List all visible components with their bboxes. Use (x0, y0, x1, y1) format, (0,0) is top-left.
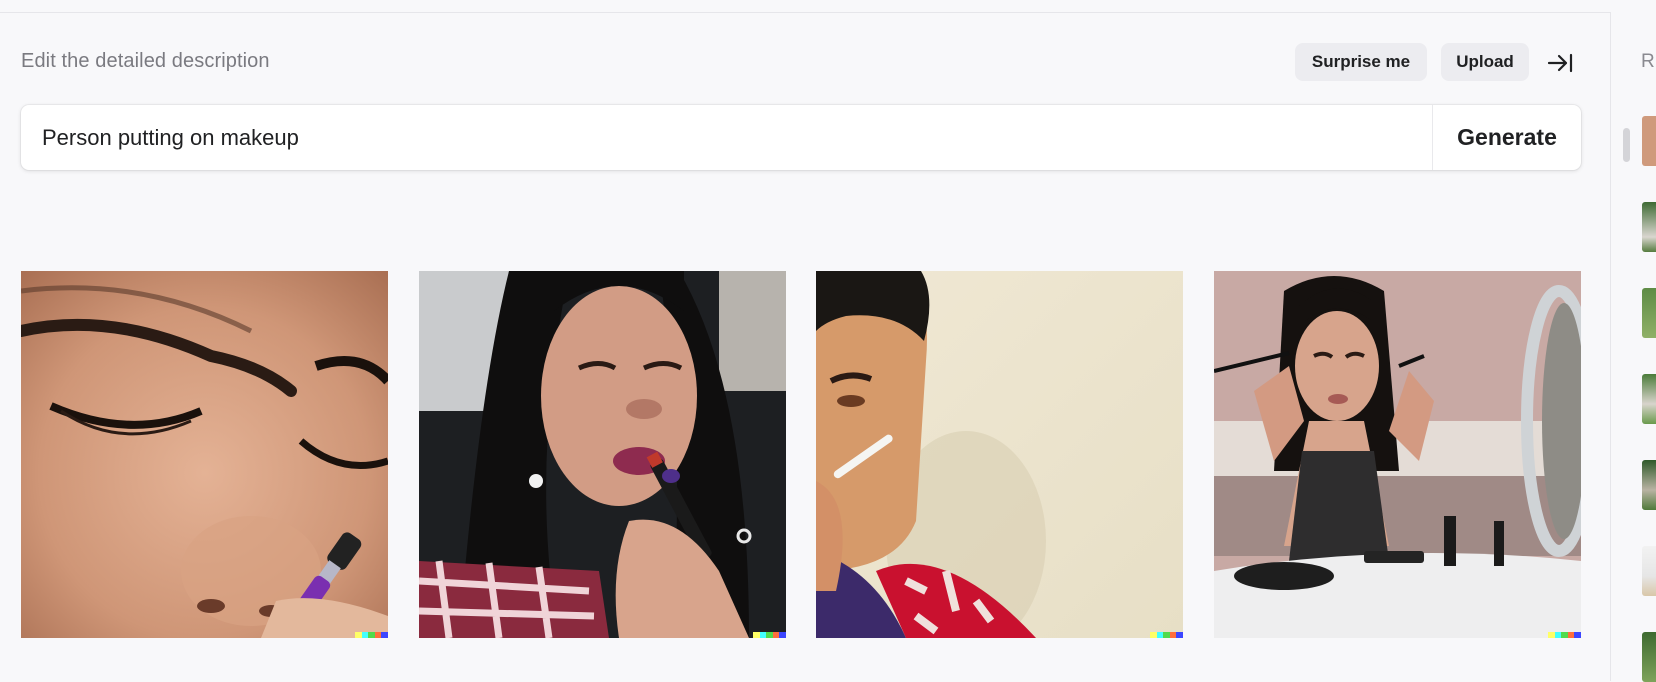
result-image-3[interactable] (816, 271, 1183, 638)
signature-mark (1150, 632, 1183, 638)
history-thumbnail[interactable] (1642, 288, 1656, 338)
prompt-bar: Generate (21, 105, 1581, 170)
result-image-4[interactable] (1214, 271, 1581, 638)
signature-mark (753, 632, 786, 638)
surprise-me-button[interactable]: Surprise me (1295, 43, 1427, 81)
editor-heading: Edit the detailed description (21, 50, 270, 72)
history-scrollbar[interactable] (1623, 128, 1630, 162)
history-thumbnail[interactable] (1642, 546, 1656, 596)
history-thumbnail[interactable] (1642, 460, 1656, 510)
signature-mark (1548, 632, 1581, 638)
history-thumbnail[interactable] (1642, 116, 1656, 166)
editor-main: Edit the detailed description Surprise m… (0, 0, 1610, 681)
history-panel: R (1610, 12, 1656, 682)
history-panel-label: R (1641, 51, 1655, 72)
history-thumbnail[interactable] (1642, 202, 1656, 252)
generate-button[interactable]: Generate (1432, 105, 1581, 170)
history-thumbnail[interactable] (1642, 632, 1656, 682)
result-image-2[interactable] (419, 271, 786, 638)
history-thumbnail[interactable] (1642, 374, 1656, 424)
prompt-input[interactable] (21, 105, 1432, 170)
result-image-1[interactable] (21, 271, 388, 638)
signature-mark (355, 632, 388, 638)
upload-button[interactable]: Upload (1441, 43, 1529, 81)
arrow-right-to-line-icon[interactable] (1543, 46, 1577, 80)
